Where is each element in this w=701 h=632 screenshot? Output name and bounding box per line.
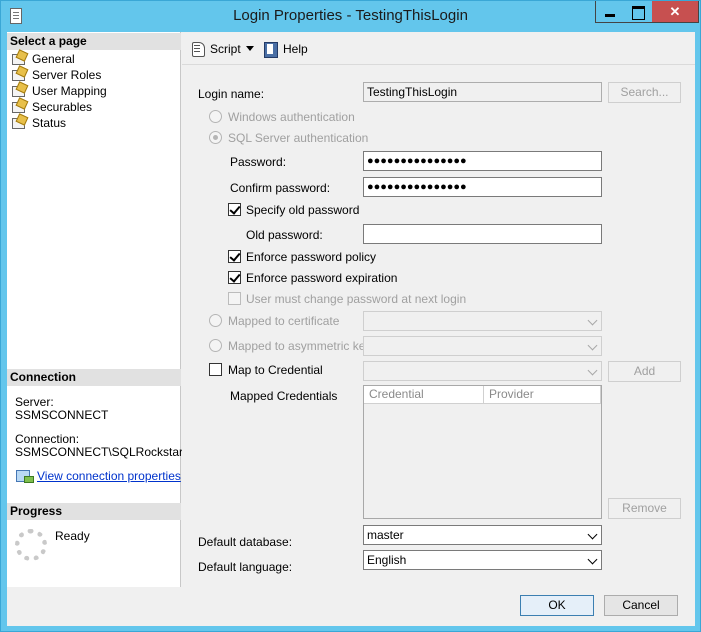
page-icon [11,67,27,81]
script-label: Script [210,42,241,56]
sql-auth-radio[interactable] [209,131,222,144]
provider-column-header[interactable]: Provider [484,386,601,404]
page-icon [11,83,27,97]
windows-auth-label: Windows authentication [228,110,355,124]
specify-old-password-checkbox[interactable] [228,203,241,216]
credential-select[interactable] [363,361,602,381]
connection-label: Connection: [15,432,80,446]
login-properties-window: Login Properties - TestingThisLogin ✕ Se… [0,0,701,632]
password-label: Password: [230,155,287,169]
page-label: User Mapping [32,84,107,98]
page-label: Server Roles [32,68,102,82]
page-securables[interactable]: Securables [11,99,92,115]
help-button[interactable]: Help [263,40,308,58]
page-user-mapping[interactable]: User Mapping [11,83,107,99]
must-change-password-label: User must change password at next login [246,292,467,306]
view-connection-properties-label: View connection properties [37,469,181,483]
map-to-credential-label: Map to Credential [228,363,323,377]
maximize-button[interactable] [624,1,651,22]
login-name-field[interactable]: TestingThisLogin [363,82,602,102]
specify-old-password-label: Specify old password [246,203,360,217]
toolbar: Script Help [182,32,695,65]
minimize-button[interactable] [597,1,623,22]
default-language-value: English [367,553,407,567]
view-connection-properties-link[interactable]: View connection properties [15,468,181,484]
script-button[interactable]: Script [190,40,241,58]
asymmetric-key-select[interactable] [363,336,602,356]
close-button[interactable]: ✕ [652,1,698,22]
old-password-label: Old password: [246,228,323,242]
connection-header: Connection [7,369,181,386]
connection-properties-icon [15,468,34,483]
mapped-credentials-label: Mapped Credentials [230,389,338,403]
windows-auth-radio[interactable] [209,110,222,123]
page-status[interactable]: Status [11,115,66,131]
page-icon [11,51,27,65]
mapped-certificate-radio[interactable] [209,314,222,327]
chevron-down-icon [587,554,598,565]
page-general[interactable]: General [11,51,75,67]
default-language-select[interactable]: English [363,550,602,570]
ok-button[interactable]: OK [520,595,594,616]
chevron-down-icon [587,365,598,376]
add-credential-button[interactable]: Add [608,361,681,382]
enforce-password-expiration-label: Enforce password expiration [246,271,398,285]
default-database-value: master [367,528,404,542]
default-language-label: Default language: [198,560,293,574]
login-name-label: Login name: [198,87,265,101]
progress-status: Ready [55,529,90,543]
enforce-password-policy-checkbox[interactable] [228,250,241,263]
search-button[interactable]: Search... [608,82,681,103]
page-label: Securables [32,100,93,114]
select-page-header: Select a page [7,33,181,50]
script-icon [190,41,206,57]
page-label: General [32,52,75,66]
mapped-credentials-grid[interactable]: Credential Provider [363,385,602,519]
page-label: Status [32,116,67,130]
progress-spinner-icon [15,529,47,561]
close-icon: ✕ [669,4,681,19]
server-label: Server: [15,395,54,409]
credential-column-header[interactable]: Credential [364,386,484,404]
mapped-asymmetric-key-label: Mapped to asymmetric key [228,339,372,353]
enforce-password-policy-label: Enforce password policy [246,250,377,264]
password-field[interactable]: ●●●●●●●●●●●●●●● [363,151,602,171]
certificate-select[interactable] [363,311,602,331]
chevron-down-icon [587,529,598,540]
page-icon [11,115,27,129]
connection-value: SSMSCONNECT\SQLRockstar [15,445,184,459]
general-page-form: Login name: TestingThisLogin Search... W… [182,66,695,587]
script-dropdown-arrow-icon[interactable] [246,46,254,51]
server-value: SSMSCONNECT [15,408,109,422]
title-bar[interactable]: Login Properties - TestingThisLogin ✕ [1,1,700,32]
dialog-client: Select a page General Server Roles User … [7,32,695,626]
default-database-label: Default database: [198,535,293,549]
default-database-select[interactable]: master [363,525,602,545]
page-icon [11,99,27,113]
chevron-down-icon [587,315,598,326]
cancel-button[interactable]: Cancel [604,595,678,616]
page-server-roles[interactable]: Server Roles [11,67,101,83]
confirm-password-field[interactable]: ●●●●●●●●●●●●●●● [363,177,602,197]
mapped-asymmetric-key-radio[interactable] [209,339,222,352]
left-pane: Select a page General Server Roles User … [7,32,184,587]
must-change-password-checkbox[interactable] [228,292,241,305]
old-password-field[interactable] [363,224,602,244]
help-label: Help [283,42,308,56]
help-icon [263,41,279,58]
map-to-credential-checkbox[interactable] [209,363,222,376]
enforce-password-expiration-checkbox[interactable] [228,271,241,284]
chevron-down-icon [587,340,598,351]
mapped-certificate-label: Mapped to certificate [228,314,340,328]
dialog-footer: OK Cancel [182,587,695,626]
progress-header: Progress [7,503,181,520]
sql-auth-label: SQL Server authentication [228,131,369,145]
confirm-password-label: Confirm password: [230,181,331,195]
remove-credential-button[interactable]: Remove [608,498,681,519]
